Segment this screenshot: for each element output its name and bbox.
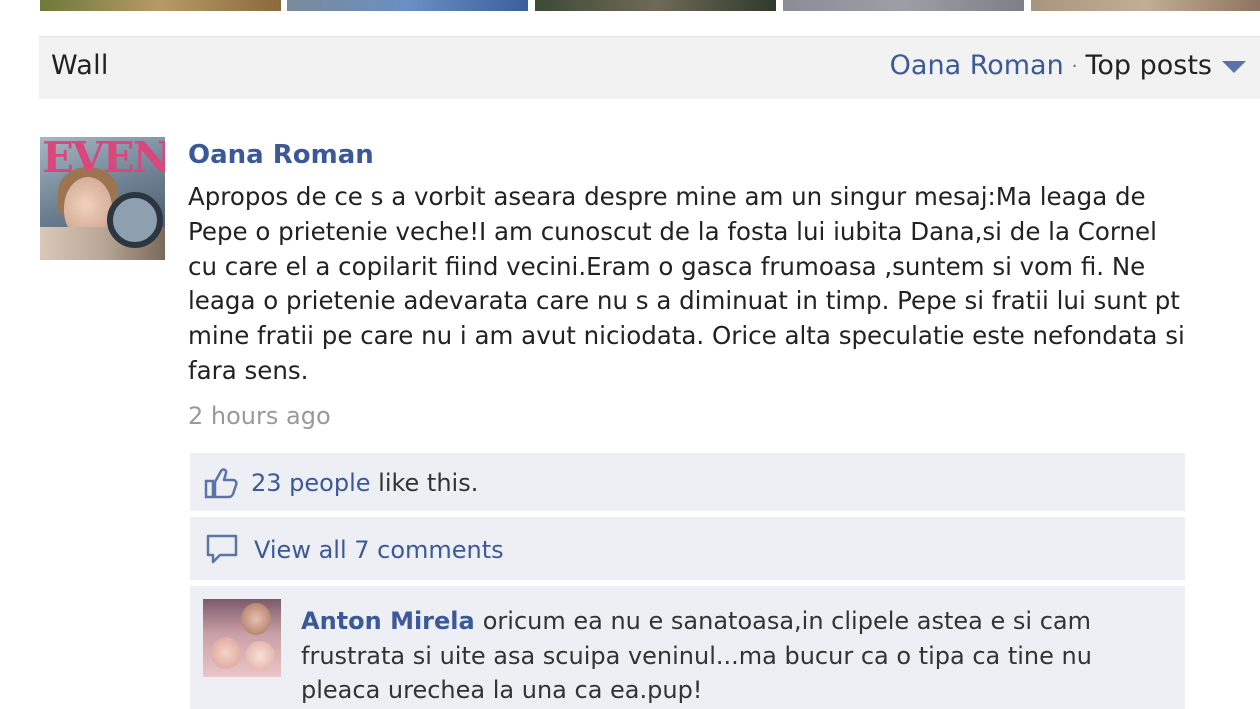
filter-profile-link[interactable]: Oana Roman [890,50,1064,81]
photo-thumbnail[interactable] [287,0,528,11]
post-author-name[interactable]: Oana Roman [188,140,374,170]
photo-thumbnail[interactable] [40,0,281,11]
commenter-avatar[interactable] [203,599,281,677]
caret-down-icon[interactable] [1222,60,1246,73]
likes-suffix: like this. [370,469,479,497]
wall-title: Wall [51,50,109,81]
likes-summary: 23 people like this. [251,469,478,497]
post-timestamp[interactable]: 2 hours ago [188,402,331,430]
photo-strip [40,0,1260,12]
photo-thumbnail[interactable] [535,0,776,11]
wall-header: Wall Oana Roman · Top posts [39,36,1260,99]
view-all-comments-link[interactable]: View all 7 comments [254,536,504,564]
photo-thumbnail[interactable] [1031,0,1260,11]
wall-filter: Oana Roman · Top posts [890,50,1246,81]
magazine-logo: EVENT [42,137,165,182]
filter-separator: · [1071,56,1078,77]
thumbs-up-icon [204,468,238,499]
commenter-name[interactable]: Anton Mirela [301,607,475,635]
comment-item: Anton Mirela oricum ea nu e sanatoasa,in … [190,586,1185,709]
comment-body: Anton Mirela oricum ea nu e sanatoasa,in … [301,604,1161,708]
post-author-avatar[interactable]: EVENT [40,137,165,260]
view-all-comments-row: View all 7 comments [190,517,1185,580]
post-text: Apropos de ce s a vorbit aseara despre m… [188,182,1185,385]
likes-count-link[interactable]: 23 people [251,469,371,497]
likes-row: 23 people like this. [190,453,1185,511]
photo-thumbnail[interactable] [783,0,1024,11]
speech-bubble-icon [206,534,238,564]
top-posts-dropdown[interactable]: Top posts [1085,50,1212,81]
